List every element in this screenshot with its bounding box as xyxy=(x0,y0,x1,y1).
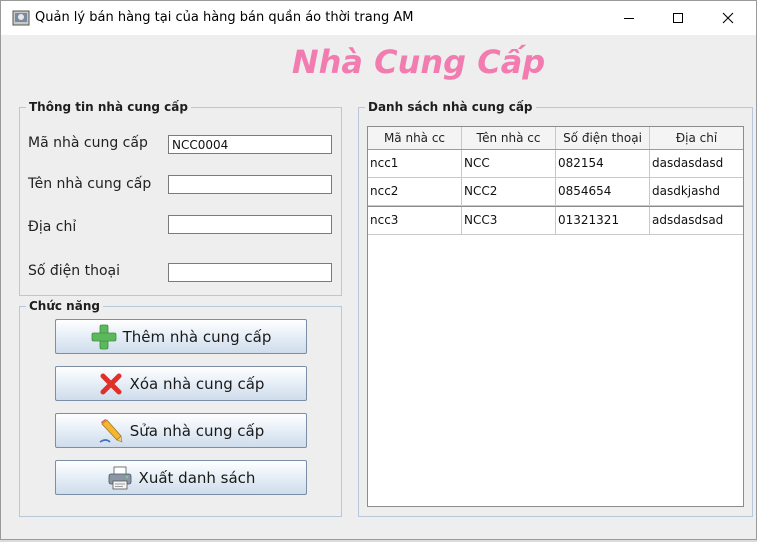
table-cell: NCC2 xyxy=(462,178,556,205)
main-content: Nhà Cung Cấp Thông tin nhà cung cấp Mã n… xyxy=(1,35,756,539)
table-cell: 01321321 xyxy=(556,207,650,234)
column-header-supplier-name[interactable]: Tên nhà cc xyxy=(462,127,556,149)
table-cell: ncc3 xyxy=(368,207,462,234)
edit-supplier-button[interactable]: Sửa nhà cung cấp xyxy=(55,413,307,448)
supplier-id-field[interactable]: NCC0004 xyxy=(168,135,332,154)
function-legend: Chức năng xyxy=(26,299,103,313)
printer-icon xyxy=(107,465,133,491)
table-cell: ncc1 xyxy=(368,150,462,177)
address-label: Địa chỉ xyxy=(28,219,77,235)
add-supplier-label: Thêm nhà cung cấp xyxy=(122,327,272,346)
table-row[interactable]: ncc3 NCC3 01321321 adsdasdsad xyxy=(368,206,743,235)
table-cell: NCC3 xyxy=(462,207,556,234)
phone-field[interactable] xyxy=(168,263,332,282)
page-title: Nhà Cung Cấp xyxy=(291,43,546,81)
close-icon xyxy=(722,12,734,24)
maximize-icon xyxy=(673,13,683,23)
add-supplier-button[interactable]: Thêm nhà cung cấp xyxy=(55,319,307,354)
supplier-list-legend: Danh sách nhà cung cấp xyxy=(365,100,536,114)
window-title: Quản lý bán hàng tại của hàng bán quần á… xyxy=(35,10,414,25)
delete-x-icon xyxy=(98,371,124,397)
close-button[interactable] xyxy=(705,1,751,35)
export-list-label: Xuất danh sách xyxy=(138,468,256,487)
table-cell: dasdkjashd xyxy=(652,184,720,198)
minimize-button[interactable] xyxy=(606,1,652,35)
supplier-name-field[interactable] xyxy=(168,175,332,194)
phone-label: Số điện thoại xyxy=(28,263,121,279)
minimize-icon xyxy=(624,18,634,19)
table-cell: adsdasdsad xyxy=(652,213,724,227)
table-row[interactable]: ncc1 NCC 082154 dasdasdasd xyxy=(368,150,743,178)
address-field[interactable] xyxy=(168,215,332,234)
table-cell: ncc2 xyxy=(368,178,462,205)
table-cell: dasdasdasd xyxy=(652,156,724,170)
supplier-id-label: Mã nhà cung cấp xyxy=(28,135,148,151)
pencil-icon xyxy=(98,418,124,444)
supplier-table[interactable]: Mã nhà cc Tên nhà cc Số điện thoại Địa c… xyxy=(367,126,744,507)
function-panel: Chức năng Thêm nhà cung cấp Xóa nhà cung… xyxy=(19,299,342,517)
delete-supplier-button[interactable]: Xóa nhà cung cấp xyxy=(55,366,307,401)
app-icon xyxy=(12,9,30,27)
app-window: Quản lý bán hàng tại của hàng bán quần á… xyxy=(0,0,757,540)
column-header-address[interactable]: Địa chỉ xyxy=(650,127,743,149)
export-list-button[interactable]: Xuất danh sách xyxy=(55,460,307,495)
edit-supplier-label: Sửa nhà cung cấp xyxy=(129,421,265,440)
maximize-button[interactable] xyxy=(655,1,701,35)
title-bar[interactable]: Quản lý bán hàng tại của hàng bán quần á… xyxy=(1,1,756,35)
table-cell: 0854654 xyxy=(556,178,650,205)
plus-icon xyxy=(91,324,117,350)
supplier-name-label: Tên nhà cung cấp xyxy=(28,176,152,192)
table-cell: 082154 xyxy=(556,150,650,177)
column-header-phone[interactable]: Số điện thoại xyxy=(556,127,650,149)
table-row[interactable]: ncc2 NCC2 0854654 dasdkjashd xyxy=(368,178,743,206)
column-header-supplier-id[interactable]: Mã nhà cc xyxy=(368,127,462,149)
supplier-list-panel: Danh sách nhà cung cấp Mã nhà cc Tên nhà… xyxy=(358,100,753,517)
supplier-info-panel: Thông tin nhà cung cấp Mã nhà cung cấp N… xyxy=(19,100,342,296)
table-cell: NCC xyxy=(462,150,556,177)
supplier-info-legend: Thông tin nhà cung cấp xyxy=(26,100,191,114)
table-header: Mã nhà cc Tên nhà cc Số điện thoại Địa c… xyxy=(368,127,743,150)
delete-supplier-label: Xóa nhà cung cấp xyxy=(129,374,265,393)
